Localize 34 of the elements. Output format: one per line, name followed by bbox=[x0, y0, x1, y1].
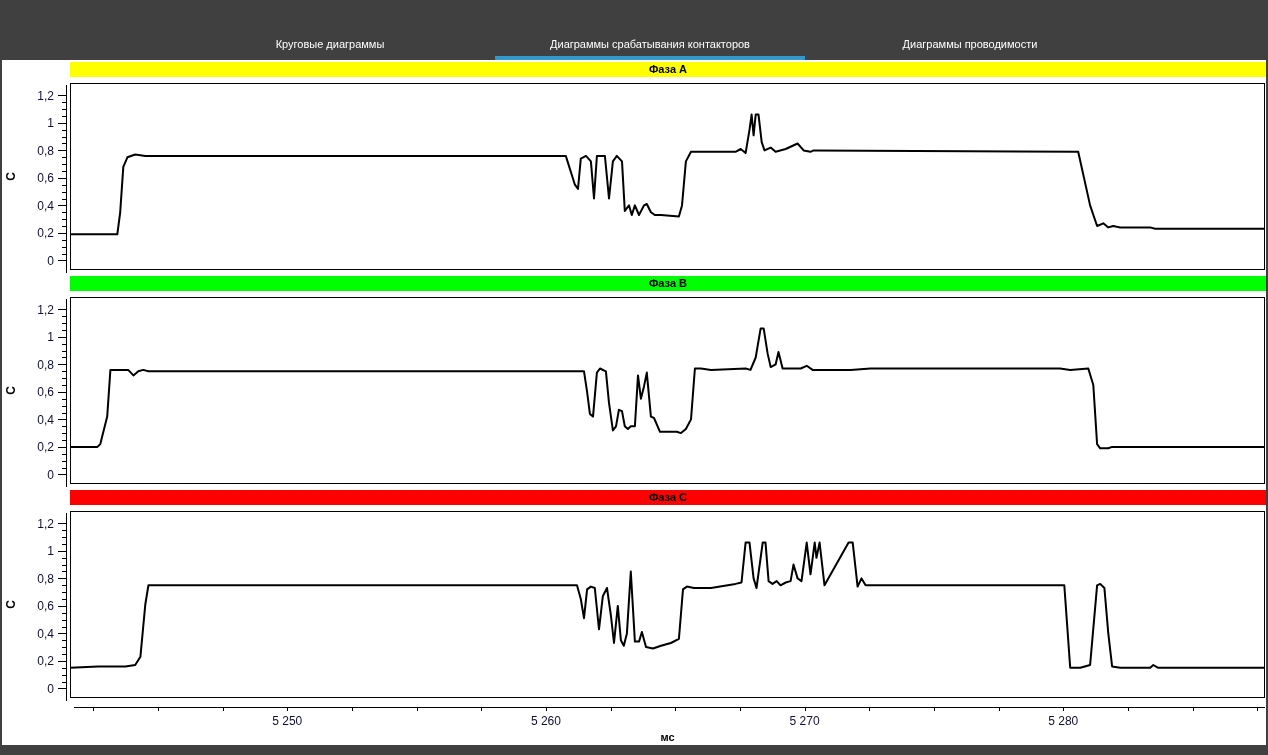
phase-title-bar: Фаза A bbox=[70, 62, 1266, 77]
y-tick-label: 0,4 bbox=[37, 198, 54, 213]
tab[interactable]: Диаграммы проводимости bbox=[815, 34, 1125, 60]
y-tick-label: 0,2 bbox=[37, 440, 54, 455]
y-tick-label: 0,6 bbox=[37, 385, 54, 400]
y-tick-label: 0,6 bbox=[37, 599, 54, 614]
y-tick-label: 0,4 bbox=[37, 626, 54, 641]
y-tick-label: 0,8 bbox=[37, 357, 54, 372]
y-tick-label: 0 bbox=[47, 253, 54, 268]
y-tick-label: 0 bbox=[47, 467, 54, 482]
x-tick-label: 5 270 bbox=[789, 714, 820, 728]
y-axis-title: С bbox=[4, 386, 18, 395]
x-tick-label: 5 260 bbox=[530, 714, 561, 728]
x-tick-label: 5 280 bbox=[1048, 714, 1079, 728]
x-tick-label: 5 250 bbox=[272, 714, 303, 728]
y-tick-label: 0,6 bbox=[37, 171, 54, 186]
y-axis-title: С bbox=[4, 600, 18, 609]
y-tick-label: 1 bbox=[47, 116, 54, 131]
y-tick-label: 1,2 bbox=[37, 302, 54, 317]
y-tick-label: 1,2 bbox=[37, 88, 54, 103]
x-axis-title: мс bbox=[660, 731, 675, 743]
y-tick-label: 0,2 bbox=[37, 654, 54, 669]
phase-title-bar: Фаза B bbox=[70, 276, 1266, 291]
y-tick-label: 0,4 bbox=[37, 412, 54, 427]
y-axis-title: С bbox=[4, 172, 18, 181]
y-tick-label: 1 bbox=[47, 330, 54, 345]
y-tick-label: 0,2 bbox=[37, 226, 54, 241]
y-tick-label: 0,8 bbox=[37, 571, 54, 586]
phase-title-bar: Фаза C bbox=[70, 490, 1266, 505]
y-tick-label: 1,2 bbox=[37, 516, 54, 531]
y-tick-label: 1 bbox=[47, 544, 54, 559]
y-tick-label: 0 bbox=[47, 681, 54, 696]
y-tick-label: 0,8 bbox=[37, 143, 54, 158]
tab[interactable]: Круговые диаграммы bbox=[175, 34, 485, 60]
